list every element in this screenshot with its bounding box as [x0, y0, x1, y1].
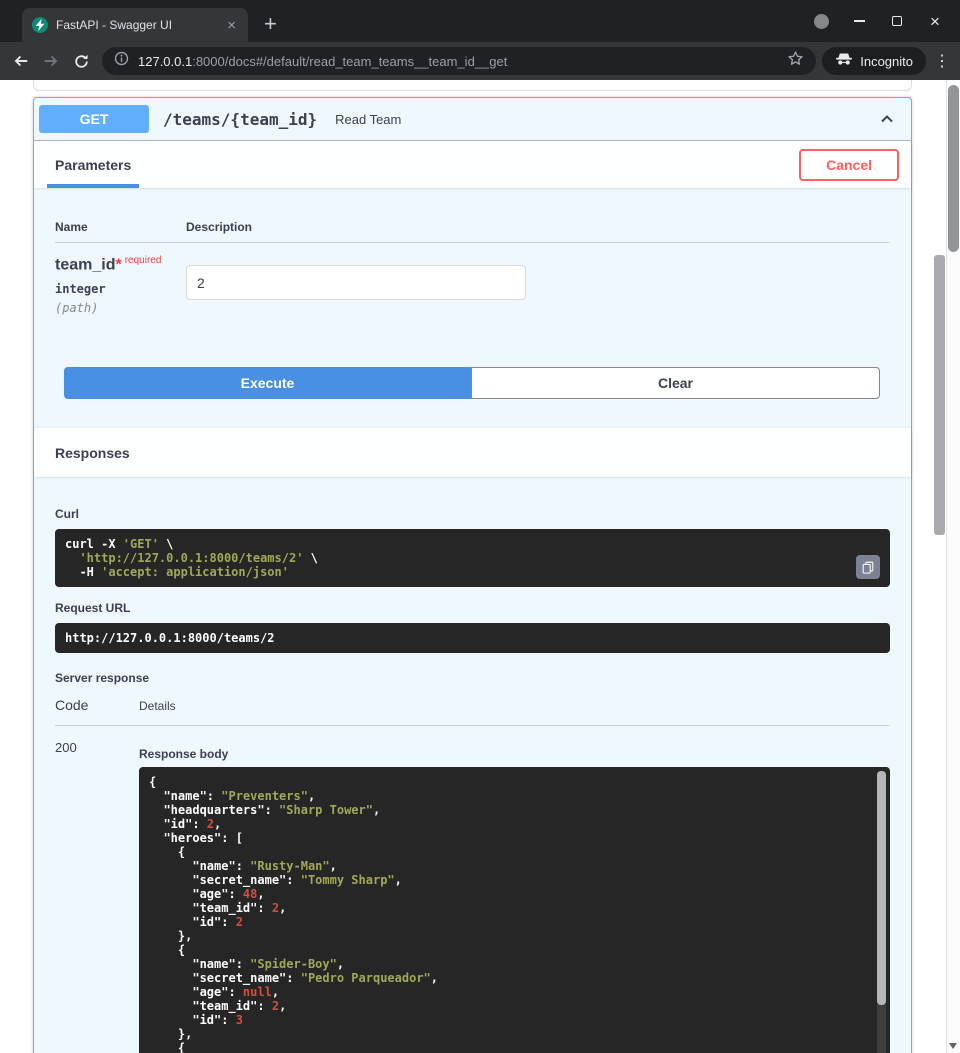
- window-scrollbar-thumb[interactable]: [948, 85, 959, 252]
- site-info-icon[interactable]: [114, 51, 129, 71]
- tab-title: FastAPI - Swagger UI: [56, 18, 217, 32]
- swagger-page: GET /teams/{team_id} Read Team Parameter…: [0, 80, 960, 1053]
- back-button[interactable]: [6, 46, 36, 76]
- response-table-header: Code Details: [55, 697, 890, 726]
- execute-row: Execute Clear: [64, 367, 880, 399]
- parameter-location: (path): [55, 301, 186, 315]
- server-response-label: Server response: [55, 671, 890, 685]
- reload-icon: [73, 53, 90, 70]
- window-scrollbar[interactable]: [946, 80, 960, 1053]
- forward-button[interactable]: [36, 46, 66, 76]
- active-tab-underline: [47, 184, 139, 188]
- code-column-header: Code: [55, 697, 139, 713]
- execute-button[interactable]: Execute: [64, 367, 471, 399]
- opblock-summary[interactable]: GET /teams/{team_id} Read Team: [34, 98, 911, 141]
- responses-body: Curl curl -X 'GET' \ 'http://127.0.0.1:8…: [34, 477, 911, 1053]
- new-tab-button[interactable]: +: [264, 13, 277, 35]
- endpoint-summary: Read Team: [335, 112, 401, 127]
- browser-toolbar: 127.0.0.1:8000/docs#/default/read_team_t…: [0, 42, 960, 80]
- details-column-header: Details: [139, 699, 176, 713]
- minimize-button[interactable]: [840, 0, 878, 42]
- response-scrollbar-thumb[interactable]: [877, 771, 886, 1005]
- content-scrollbar-thumb[interactable]: [934, 255, 945, 535]
- reload-button[interactable]: [66, 46, 96, 76]
- previous-section-edge: [33, 80, 912, 91]
- browser-tab[interactable]: FastAPI - Swagger UI ×: [22, 8, 248, 42]
- parameters-title: Parameters: [55, 157, 131, 173]
- tab-search-icon: [814, 14, 829, 29]
- window-close-icon: ×: [930, 13, 940, 30]
- tab-parameters[interactable]: Parameters: [47, 141, 139, 188]
- incognito-badge: Incognito: [822, 47, 926, 75]
- browser-menu-button[interactable]: ⋮: [930, 51, 954, 71]
- parameters-section-header: Parameters Cancel: [34, 141, 911, 188]
- team-id-input[interactable]: [186, 265, 526, 300]
- address-bar[interactable]: 127.0.0.1:8000/docs#/default/read_team_t…: [102, 47, 816, 75]
- parameter-type: integer: [55, 282, 186, 296]
- url-host: 127.0.0.1: [138, 54, 192, 69]
- collapse-chevron-icon[interactable]: [877, 109, 897, 129]
- url-path: :8000/docs#/default/read_team_teams__tea…: [192, 54, 507, 69]
- status-code: 200: [55, 740, 139, 1053]
- window-close-button[interactable]: ×: [916, 0, 954, 42]
- cancel-button[interactable]: Cancel: [799, 149, 899, 181]
- responses-section-header: Responses: [34, 427, 911, 477]
- endpoint-path: /teams/{team_id}: [163, 110, 317, 129]
- scrollbar-down-icon[interactable]: [949, 1043, 957, 1049]
- browser-tab-strip: FastAPI - Swagger UI × + ×: [0, 0, 960, 42]
- parameter-name: team_id*required: [55, 255, 186, 274]
- column-description-header: Description: [186, 220, 252, 234]
- parameters-table-header: Name Description: [55, 220, 890, 243]
- request-url-label: Request URL: [55, 601, 890, 615]
- parameter-description-cell: [186, 255, 526, 315]
- required-star: *: [115, 256, 121, 273]
- incognito-spy-icon: [835, 51, 853, 71]
- back-icon: [12, 52, 30, 70]
- curl-code-block: curl -X 'GET' \ 'http://127.0.0.1:8000/t…: [55, 529, 890, 587]
- response-body-json: { "name": "Preventers", "headquarters": …: [149, 775, 864, 1053]
- responses-title: Responses: [55, 445, 130, 461]
- curl-command: curl -X 'GET' \ 'http://127.0.0.1:8000/t…: [65, 537, 880, 579]
- clear-button[interactable]: Clear: [471, 367, 880, 399]
- parameter-name-cell: team_id*required integer (path): [55, 255, 186, 315]
- curl-label: Curl: [55, 507, 890, 521]
- response-body-block: { "name": "Preventers", "headquarters": …: [139, 767, 890, 1053]
- opblock-get-read-team: GET /teams/{team_id} Read Team Parameter…: [33, 97, 912, 1053]
- required-label: required: [125, 255, 162, 266]
- bookmark-star-icon[interactable]: [787, 50, 804, 72]
- request-url-value: http://127.0.0.1:8000/teams/2: [55, 623, 890, 653]
- copy-icon: [861, 560, 875, 574]
- parameter-row: team_id*required integer (path): [55, 243, 890, 315]
- forward-icon: [42, 52, 60, 70]
- tab-search-button[interactable]: [802, 0, 840, 42]
- url-text: 127.0.0.1:8000/docs#/default/read_team_t…: [138, 54, 778, 69]
- column-name-header: Name: [55, 220, 186, 234]
- response-details-cell: Response body { "name": "Preventers", "h…: [139, 740, 890, 1053]
- maximize-button[interactable]: [878, 0, 916, 42]
- response-body-label: Response body: [139, 747, 890, 761]
- maximize-icon: [892, 16, 902, 26]
- response-row: 200 Response body { "name": "Preventers"…: [55, 726, 890, 1053]
- incognito-label: Incognito: [860, 54, 913, 69]
- minimize-icon: [854, 20, 865, 22]
- parameters-body: Name Description team_id*required intege…: [34, 188, 911, 427]
- tab-close-icon[interactable]: ×: [225, 18, 238, 33]
- copy-to-clipboard-button[interactable]: [856, 555, 880, 579]
- fastapi-favicon-icon: [32, 17, 48, 33]
- http-method-badge: GET: [39, 105, 149, 133]
